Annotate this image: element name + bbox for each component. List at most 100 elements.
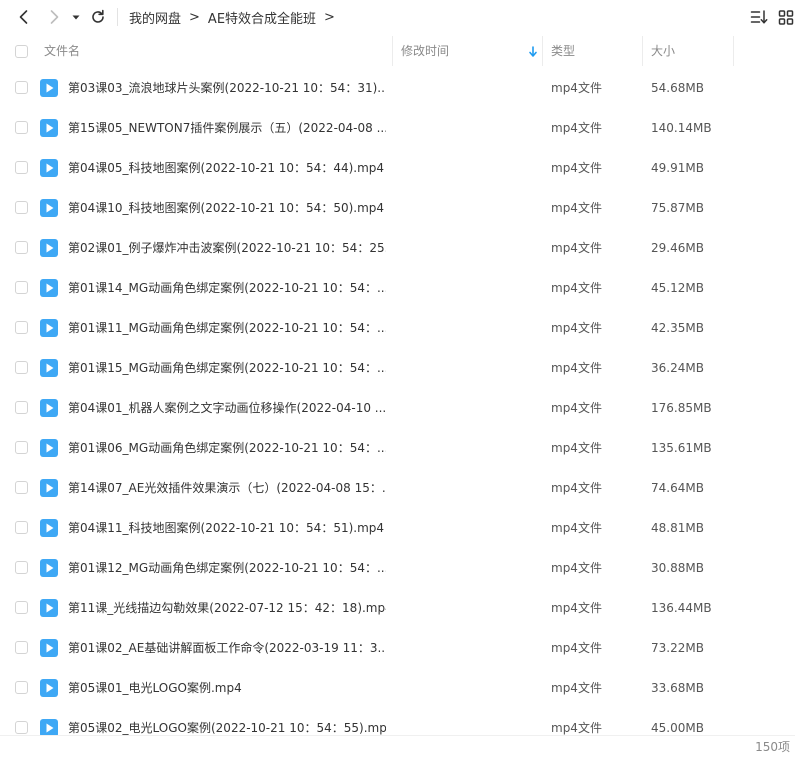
file-name[interactable]: 第03课03_流浪地球片头案例(2022-10-21 10：54：31)....: [68, 68, 386, 108]
file-name[interactable]: 第01课14_MG动画角色绑定案例(2022-10-21 10：54：...: [68, 268, 386, 308]
file-row[interactable]: 第04课11_科技地图案例(2022-10-21 10：54：51).mp4 m…: [0, 508, 795, 548]
toolbar-divider: [117, 8, 118, 26]
column-size-header[interactable]: 大小: [651, 36, 675, 66]
breadcrumb-current-folder[interactable]: AE特效合成全能班: [208, 8, 316, 27]
file-name[interactable]: 第04课01_机器人案例之文字动画位移操作(2022-04-10 ...: [68, 388, 386, 428]
file-size: 45.00MB: [651, 721, 704, 735]
file-name[interactable]: 第04课05_科技地图案例(2022-10-21 10：54：44).mp4: [68, 148, 384, 188]
file-name[interactable]: 第04课10_科技地图案例(2022-10-21 10：54：50).mp4: [68, 188, 384, 228]
video-file-icon: [40, 719, 58, 735]
file-name[interactable]: 第11课_光线描边勾勒效果(2022-07-12 15：42：18).mp4: [68, 588, 386, 628]
file-size: 49.91MB: [651, 161, 704, 175]
file-size: 75.87MB: [651, 201, 704, 215]
grid-view-icon[interactable]: [778, 8, 794, 26]
file-name[interactable]: 第01课12_MG动画角色绑定案例(2022-10-21 10：54：...: [68, 548, 386, 588]
row-checkbox[interactable]: [15, 321, 28, 334]
video-file-icon: [40, 319, 58, 337]
row-checkbox[interactable]: [15, 361, 28, 374]
file-row[interactable]: 第01课12_MG动画角色绑定案例(2022-10-21 10：54：... m…: [0, 548, 795, 588]
row-checkbox[interactable]: [15, 561, 28, 574]
column-divider[interactable]: [733, 36, 734, 66]
breadcrumb: 我的网盘 > AE特效合成全能班 >: [129, 8, 343, 27]
row-checkbox[interactable]: [15, 481, 28, 494]
breadcrumb-separator: >: [324, 9, 335, 25]
file-type: mp4文件: [551, 161, 602, 175]
file-name[interactable]: 第01课15_MG动画角色绑定案例(2022-10-21 10：54：...: [68, 348, 386, 388]
sort-descending-icon[interactable]: [527, 44, 539, 58]
row-checkbox[interactable]: [15, 161, 28, 174]
file-size: 36.24MB: [651, 361, 704, 375]
file-size: 33.68MB: [651, 681, 704, 695]
file-name[interactable]: 第01课11_MG动画角色绑定案例(2022-10-21 10：54：...: [68, 308, 386, 348]
video-file-icon: [40, 359, 58, 377]
column-modified-header[interactable]: 修改时间: [401, 36, 449, 66]
video-file-icon: [40, 599, 58, 617]
video-file-icon: [40, 479, 58, 497]
row-checkbox[interactable]: [15, 81, 28, 94]
file-row[interactable]: 第01课11_MG动画角色绑定案例(2022-10-21 10：54：... m…: [0, 308, 795, 348]
row-checkbox[interactable]: [15, 681, 28, 694]
forward-icon[interactable]: [45, 8, 63, 26]
file-size: 54.68MB: [651, 81, 704, 95]
row-checkbox[interactable]: [15, 721, 28, 734]
row-checkbox[interactable]: [15, 281, 28, 294]
file-type: mp4文件: [551, 81, 602, 95]
file-row[interactable]: 第01课02_AE基础讲解面板工作命令(2022-03-19 11：3... m…: [0, 628, 795, 668]
file-name[interactable]: 第02课01_例子爆炸冲击波案例(2022-10-21 10：54：25...: [68, 228, 386, 268]
file-size: 176.85MB: [651, 401, 712, 415]
file-list: 第03课03_流浪地球片头案例(2022-10-21 10：54：31)....…: [0, 68, 795, 735]
file-name[interactable]: 第04课11_科技地图案例(2022-10-21 10：54：51).mp4: [68, 508, 384, 548]
file-type: mp4文件: [551, 601, 602, 615]
row-checkbox[interactable]: [15, 401, 28, 414]
video-file-icon: [40, 679, 58, 697]
row-checkbox[interactable]: [15, 601, 28, 614]
refresh-icon[interactable]: [89, 8, 107, 26]
breadcrumb-root[interactable]: 我的网盘: [129, 8, 181, 27]
sort-icon[interactable]: [750, 8, 768, 26]
file-row[interactable]: 第04课10_科技地图案例(2022-10-21 10：54：50).mp4 m…: [0, 188, 795, 228]
file-row[interactable]: 第04课01_机器人案例之文字动画位移操作(2022-04-10 ... mp4…: [0, 388, 795, 428]
file-row[interactable]: 第04课05_科技地图案例(2022-10-21 10：54：44).mp4 m…: [0, 148, 795, 188]
file-size: 30.88MB: [651, 561, 704, 575]
row-checkbox[interactable]: [15, 201, 28, 214]
file-name[interactable]: 第01课02_AE基础讲解面板工作命令(2022-03-19 11：3...: [68, 628, 386, 668]
video-file-icon: [40, 439, 58, 457]
file-row[interactable]: 第05课01_电光LOGO案例.mp4 mp4文件 33.68MB: [0, 668, 795, 708]
row-checkbox[interactable]: [15, 121, 28, 134]
file-type: mp4文件: [551, 121, 602, 135]
video-file-icon: [40, 199, 58, 217]
file-size: 48.81MB: [651, 521, 704, 535]
file-type: mp4文件: [551, 641, 602, 655]
select-all-checkbox[interactable]: [15, 45, 28, 58]
file-type: mp4文件: [551, 681, 602, 695]
file-type: mp4文件: [551, 441, 602, 455]
row-checkbox[interactable]: [15, 241, 28, 254]
history-dropdown-icon[interactable]: [70, 8, 82, 26]
file-name[interactable]: 第05课02_电光LOGO案例(2022-10-21 10：54：55).mp4: [68, 708, 386, 735]
file-name[interactable]: 第15课05_NEWTON7插件案例展示（五）(2022-04-08 ...: [68, 108, 386, 148]
row-checkbox[interactable]: [15, 441, 28, 454]
column-divider[interactable]: [542, 36, 543, 66]
column-divider[interactable]: [392, 36, 393, 66]
file-row[interactable]: 第11课_光线描边勾勒效果(2022-07-12 15：42：18).mp4 m…: [0, 588, 795, 628]
file-row[interactable]: 第03课03_流浪地球片头案例(2022-10-21 10：54：31)....…: [0, 68, 795, 108]
column-type-header[interactable]: 类型: [551, 36, 575, 66]
file-size: 135.61MB: [651, 441, 712, 455]
column-name-header[interactable]: 文件名: [44, 36, 80, 66]
file-row[interactable]: 第15课05_NEWTON7插件案例展示（五）(2022-04-08 ... m…: [0, 108, 795, 148]
back-icon[interactable]: [15, 8, 33, 26]
file-name[interactable]: 第01课06_MG动画角色绑定案例(2022-10-21 10：54：...: [68, 428, 386, 468]
file-type: mp4文件: [551, 321, 602, 335]
file-row[interactable]: 第14课07_AE光效插件效果演示（七）(2022-04-08 15：... m…: [0, 468, 795, 508]
file-name[interactable]: 第14课07_AE光效插件效果演示（七）(2022-04-08 15：...: [68, 468, 386, 508]
file-name[interactable]: 第05课01_电光LOGO案例.mp4: [68, 668, 242, 708]
file-row[interactable]: 第01课06_MG动画角色绑定案例(2022-10-21 10：54：... m…: [0, 428, 795, 468]
file-row[interactable]: 第01课15_MG动画角色绑定案例(2022-10-21 10：54：... m…: [0, 348, 795, 388]
file-row[interactable]: 第05课02_电光LOGO案例(2022-10-21 10：54：55).mp4…: [0, 708, 795, 735]
file-row[interactable]: 第02课01_例子爆炸冲击波案例(2022-10-21 10：54：25... …: [0, 228, 795, 268]
row-checkbox[interactable]: [15, 641, 28, 654]
column-divider[interactable]: [642, 36, 643, 66]
status-bar: 150项: [0, 735, 795, 757]
row-checkbox[interactable]: [15, 521, 28, 534]
file-row[interactable]: 第01课14_MG动画角色绑定案例(2022-10-21 10：54：... m…: [0, 268, 795, 308]
